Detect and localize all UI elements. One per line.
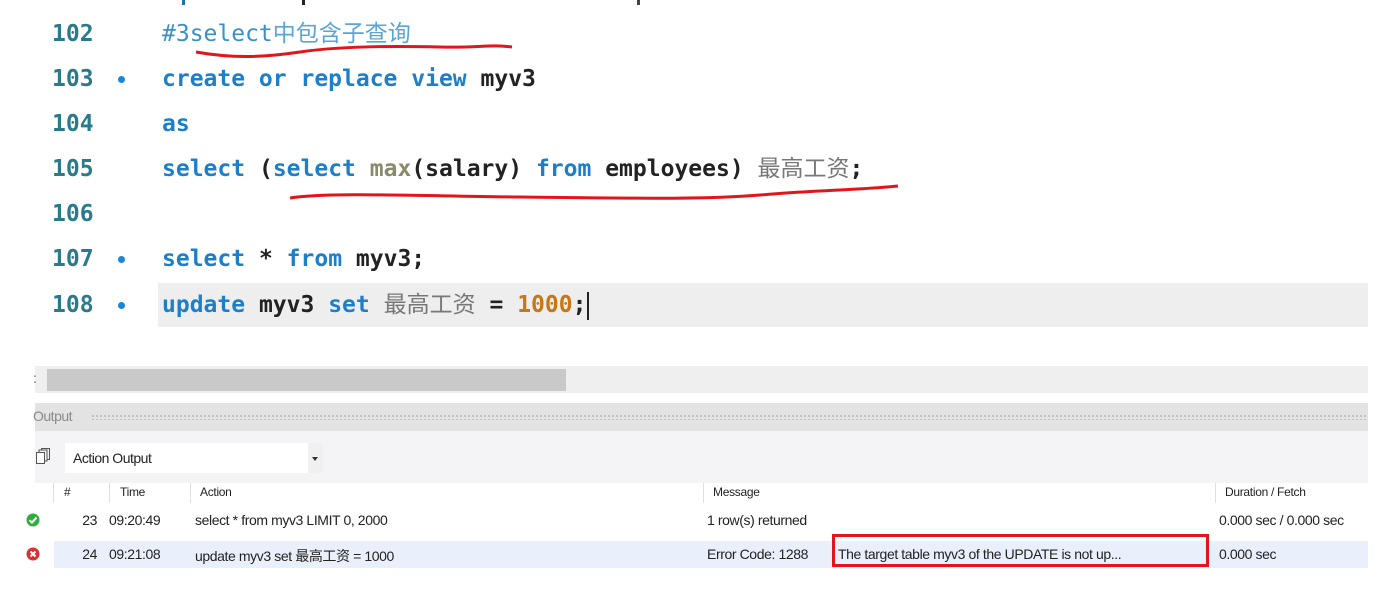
line-number: 107: [52, 246, 94, 272]
code-line-108[interactable]: 108 update myv3 set 最高工资 = 1000;: [0, 285, 1368, 325]
statement-dot-icon[interactable]: [118, 256, 125, 263]
column-header-duration[interactable]: Duration / Fetch: [1225, 485, 1306, 499]
output-row[interactable]: 23 09:20:49 select * from myv3 LIMIT 0, …: [26, 507, 1368, 534]
panel-drag-grip[interactable]: [91, 414, 1368, 420]
row-error-code: Error Code: 1288: [707, 546, 808, 562]
statement-dot-icon[interactable]: [118, 76, 125, 83]
code-text: select * from myv3;: [162, 246, 426, 272]
copy-icon[interactable]: [36, 448, 50, 464]
statement-dot-icon[interactable]: [118, 302, 125, 309]
row-time: 09:20:49: [109, 512, 161, 528]
column-separator: [703, 483, 704, 503]
code-line-105[interactable]: 105 select (select max(salary) from empl…: [0, 149, 1368, 189]
column-header-time[interactable]: Time: [120, 485, 145, 499]
sql-editor[interactable]: 102 #3select中包含子查询 103 create or replace…: [0, 0, 1368, 350]
output-type-select[interactable]: Action Output: [65, 443, 323, 473]
code-text: as: [162, 111, 190, 137]
code-text: update myv3 set 最高工资 = 1000;: [162, 285, 590, 325]
row-duration: 0.000 sec / 0.000 sec: [1219, 512, 1344, 528]
column-header-action[interactable]: Action: [200, 485, 232, 499]
column-separator: [53, 483, 54, 503]
line-number: 105: [52, 156, 94, 182]
row-duration: 0.000 sec: [1219, 546, 1277, 562]
row-action: update myv3 set 最高工资 = 1000: [195, 548, 394, 564]
line-number: 103: [52, 66, 94, 92]
code-line-103[interactable]: 103 create or replace view myv3: [0, 59, 1368, 99]
line-number: 106: [52, 201, 94, 227]
column-header-message[interactable]: Message: [713, 485, 760, 499]
output-panel-title: Output: [33, 408, 73, 424]
previous-line-fragment: [0, 0, 1368, 8]
row-action: select * from myv3 LIMIT 0, 2000: [195, 512, 388, 528]
code-line-106[interactable]: 106: [0, 194, 1368, 234]
column-separator: [190, 483, 191, 503]
line-number: 102: [52, 21, 94, 47]
column-separator: [109, 483, 110, 503]
comment: #3select中包含子查询: [162, 21, 411, 47]
error-x-icon: [26, 547, 40, 561]
line-number: 104: [52, 111, 94, 137]
annotation-highlight-box: [832, 534, 1209, 567]
output-row-selected[interactable]: 24 09:21:08 update myv3 set 最高工资 = 1000 …: [26, 534, 1368, 568]
chevron-down-icon[interactable]: [308, 443, 323, 473]
row-number: 24: [82, 546, 97, 562]
code-line-102[interactable]: 102 #3select中包含子查询: [0, 14, 1368, 54]
output-toolbar: Action Output: [35, 431, 1368, 483]
editor-horizontal-scrollbar[interactable]: :: [33, 366, 1368, 393]
code-text: create or replace view myv3: [162, 66, 536, 92]
column-header-num[interactable]: #: [64, 485, 71, 499]
code-line-107[interactable]: 107 select * from myv3;: [0, 239, 1368, 279]
row-time: 09:21:08: [109, 546, 161, 562]
row-number: 23: [82, 512, 97, 528]
text-caret: [587, 291, 590, 320]
line-number: 108: [52, 292, 94, 318]
scroll-grip-icon: :: [33, 370, 37, 386]
grid-header: # Time Action Message Duration / Fetch: [35, 483, 1368, 505]
success-check-icon: [26, 513, 40, 527]
scrollbar-thumb[interactable]: [47, 369, 566, 391]
row-message: 1 row(s) returned: [707, 512, 807, 528]
code-line-104[interactable]: 104 as: [0, 104, 1368, 144]
action-output-grid: # Time Action Message Duration / Fetch 2…: [26, 483, 1368, 583]
output-type-value: Action Output: [73, 450, 152, 466]
column-separator: [1215, 483, 1216, 503]
code-text: select (select max(salary) from employee…: [162, 156, 864, 182]
output-panel-header: Output: [33, 403, 1368, 431]
